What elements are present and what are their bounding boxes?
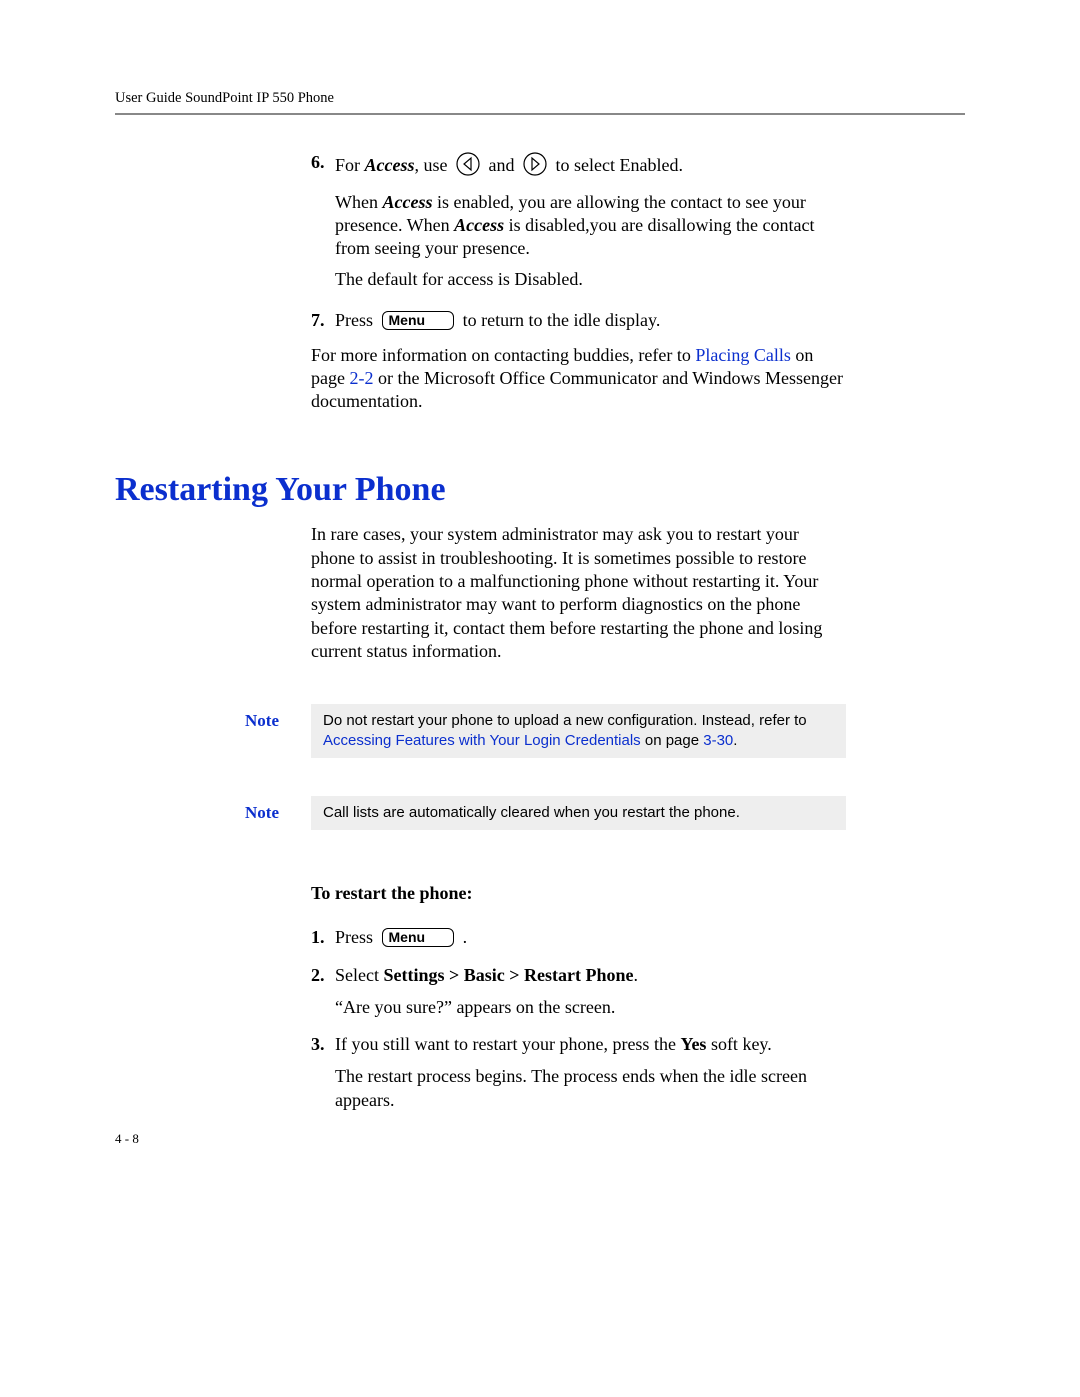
restart-step-3-sub: The restart process begins. The process …: [335, 1065, 846, 1113]
header-rule: [115, 113, 965, 115]
emphasis-yes: Yes: [680, 1034, 706, 1054]
step-6-text: For Access, use and: [335, 155, 683, 175]
note-1: Note Do not restart your phone to upload…: [245, 704, 965, 759]
step-6-number: 6.: [311, 151, 325, 174]
text-fragment: on page: [641, 732, 704, 749]
text-fragment: For more information on contacting buddi…: [311, 345, 695, 365]
restart-steps-block: To restart the phone: 1. Press Menu . 2.…: [311, 882, 846, 1112]
menu-key-icon: Menu: [382, 311, 455, 330]
more-info-paragraph: For more information on contacting buddi…: [311, 344, 846, 413]
restart-step-1: 1. Press Menu .: [311, 926, 846, 950]
text-fragment: Do not restart your phone to upload a ne…: [323, 712, 807, 729]
step-7-number: 7.: [311, 309, 325, 332]
restart-step-3-number: 3.: [311, 1033, 325, 1057]
text-fragment: to select Enabled.: [556, 155, 683, 175]
emphasis-access: Access: [365, 155, 415, 175]
restart-step-2-number: 2.: [311, 964, 325, 988]
step-6-subpara-a: When Access is enabled, you are allowing…: [335, 191, 846, 260]
text-fragment: , use: [415, 155, 453, 175]
text-fragment: or the Microsoft Office Communicator and…: [311, 368, 843, 411]
restart-step-1-text: Press Menu .: [335, 927, 467, 947]
note-2: Note Call lists are automatically cleare…: [245, 796, 965, 830]
restart-step-3-text: If you still want to restart your phone,…: [335, 1034, 772, 1054]
step-6: 6. For Access, use and: [311, 151, 846, 291]
text-fragment: to return to the idle display.: [463, 310, 661, 330]
text-fragment: .: [733, 732, 737, 749]
link-accessing-features[interactable]: Accessing Features with Your Login Crede…: [323, 732, 641, 749]
note-label: Note: [245, 704, 311, 731]
section-heading-restarting: Restarting Your Phone: [115, 471, 965, 509]
text-fragment: Press: [335, 310, 378, 330]
restart-step-3: 3. If you still want to restart your pho…: [311, 1033, 846, 1112]
nav-right-icon: [522, 151, 548, 183]
restart-step-2-text: Select Settings > Basic > Restart Phone.: [335, 965, 638, 985]
link-placing-calls[interactable]: Placing Calls: [695, 345, 791, 365]
text-fragment: When: [335, 192, 382, 212]
emphasis-access: Access: [382, 192, 432, 212]
note-2-box: Call lists are automatically cleared whe…: [311, 796, 846, 830]
text-fragment: Select: [335, 965, 383, 985]
restart-step-2: 2. Select Settings > Basic > Restart Pho…: [311, 964, 846, 1020]
note-label: Note: [245, 796, 311, 823]
step-6-subpara-b: The default for access is Disabled.: [335, 268, 846, 291]
note-1-box: Do not restart your phone to upload a ne…: [311, 704, 846, 759]
running-head: User Guide SoundPoint IP 550 Phone: [115, 90, 965, 107]
text-fragment: If you still want to restart your phone,…: [335, 1034, 680, 1054]
text-fragment: .: [463, 927, 468, 947]
text-fragment: Press: [335, 927, 378, 947]
text-fragment: soft key.: [706, 1034, 771, 1054]
emphasis-access: Access: [454, 215, 504, 235]
menu-key-icon: Menu: [382, 928, 455, 947]
step-7: 7. Press Menu to return to the idle disp…: [311, 309, 846, 332]
link-page-ref[interactable]: 2-2: [349, 368, 373, 388]
link-page-ref[interactable]: 3-30: [703, 732, 733, 749]
emphasis-path: Settings > Basic > Restart Phone: [383, 965, 633, 985]
page-number: 4 - 8: [115, 1131, 139, 1147]
text-fragment: and: [489, 155, 520, 175]
text-fragment: .: [633, 965, 638, 985]
top-steps-block: 6. For Access, use and: [115, 151, 965, 413]
step-7-text: Press Menu to return to the idle display…: [335, 310, 660, 330]
task-title: To restart the phone:: [311, 882, 846, 906]
text-fragment: For: [335, 155, 365, 175]
restart-step-2-sub: “Are you sure?” appears on the screen.: [335, 996, 846, 1020]
restart-step-1-number: 1.: [311, 926, 325, 950]
nav-left-icon: [455, 151, 481, 183]
section-intro: In rare cases, your system administrator…: [311, 523, 846, 663]
page: User Guide SoundPoint IP 550 Phone 6. Fo…: [0, 0, 1080, 1397]
